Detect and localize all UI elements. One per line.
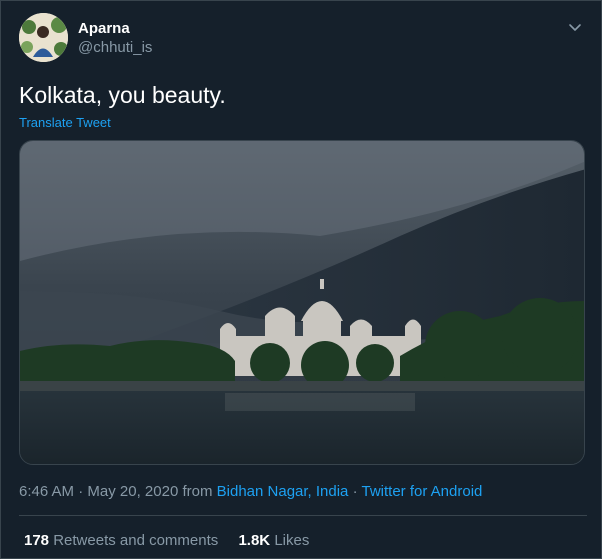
likes-count: 1.8K [238, 532, 271, 549]
likes-label: Likes [274, 532, 310, 549]
tweet-card: Aparna @chhuti_is Kolkata, you beauty. T… [0, 0, 602, 559]
likes-stat[interactable]: 1.8K Likes [238, 531, 309, 551]
user-names: Aparna @chhuti_is [78, 20, 152, 58]
location-link[interactable]: Bidhan Nagar, India [217, 483, 349, 500]
user-handle[interactable]: @chhuti_is [78, 38, 152, 58]
display-name[interactable]: Aparna [78, 20, 152, 38]
chevron-down-icon[interactable] [567, 19, 583, 35]
tweet-text: Kolkata, you beauty. [19, 82, 226, 108]
retweets-label: Retweets and comments [53, 532, 219, 549]
divider [19, 515, 587, 516]
tweet-stats: 178 Retweets and comments 1.8K Likes [24, 531, 309, 551]
tweet-date[interactable]: May 20, 2020 [87, 483, 178, 500]
tweet-time[interactable]: 6:46 AM [19, 483, 74, 500]
tweet-header: Aparna @chhuti_is [19, 13, 587, 63]
separator: · [352, 483, 358, 500]
avatar[interactable] [19, 13, 68, 62]
tweet-photo[interactable] [19, 140, 585, 465]
translate-tweet-link[interactable]: Translate Tweet [19, 115, 111, 130]
retweets-stat[interactable]: 178 Retweets and comments [24, 531, 218, 551]
from-label: from [182, 483, 213, 500]
source-link[interactable]: Twitter for Android [361, 483, 482, 500]
retweets-count: 178 [24, 532, 50, 549]
separator: · [78, 483, 84, 500]
tweet-metadata: 6:46 AM · May 20, 2020 from Bidhan Nagar… [19, 482, 482, 502]
